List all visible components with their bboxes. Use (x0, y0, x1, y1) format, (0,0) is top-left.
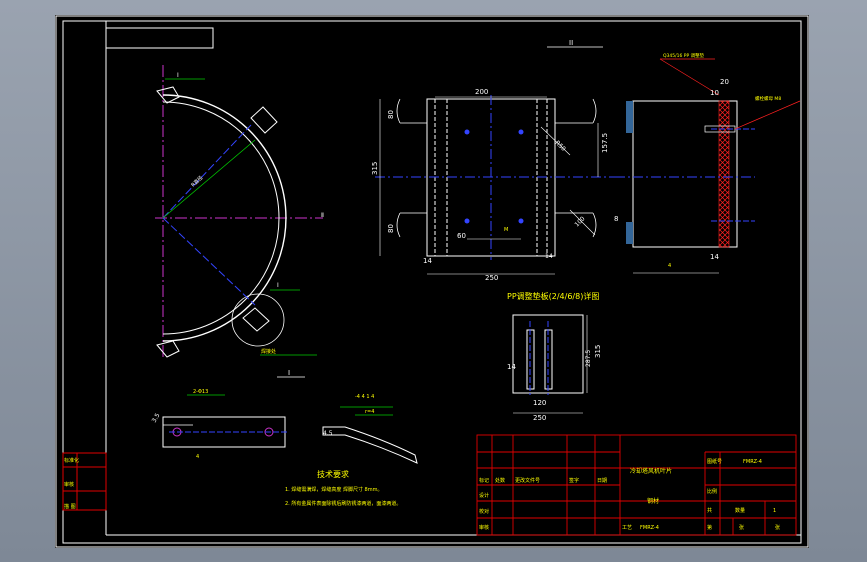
dim-left-total-h: 315 (371, 162, 379, 175)
tb-sheet-word: 第 (707, 524, 712, 531)
bolt-hole-1 (464, 129, 470, 135)
bolt-hole-2 (518, 129, 524, 135)
tb-drawing-no: FMRZ-4 (743, 459, 762, 465)
left-stamp-strip: 标准化 审核 描 图 (62, 452, 107, 511)
dim-hole-spacing: 60 (457, 232, 466, 240)
tech-note-2: 2. 所有金属件表面除锈后刷防锈漆两道，面漆两道。 (285, 500, 401, 507)
adjust-plate-detail: PP调整垫板(2/4/6/8)详图 315 287.5 120 250 14 (507, 291, 602, 422)
detail-dim-inner-height: 287.5 (585, 350, 592, 367)
radius-dim-line (162, 139, 256, 219)
cad-viewport[interactable]: 标准化 审核 描 图 R直径 I I 焊接处 Ⅱ I II 200 80 315… (0, 0, 867, 562)
dim-left-bottom-h: 80 (387, 224, 395, 233)
bracket-label-holes: 2-Φ13 (193, 389, 208, 395)
dim-top-width: 200 (475, 88, 488, 96)
angle-profile (322, 426, 418, 464)
detail-title: PP调整垫板(2/4/6/8)详图 (507, 291, 599, 301)
small-part-bracket: 3.5 2-Φ13 4 (151, 389, 287, 460)
note-right-leader (734, 100, 801, 130)
dim-diag-top: R50 (554, 139, 567, 152)
side-note-right: 螺栓螺母 M8 (755, 95, 781, 102)
small-part-angle: -4 4 1 4 r=4 4.5 (322, 394, 418, 464)
radius-line-upper (162, 124, 252, 219)
side-dim-top: 20 (720, 78, 729, 86)
bottom-bracket (156, 340, 180, 358)
upper-lug (250, 106, 278, 134)
side-dim-bottom-right: 14 (710, 253, 719, 261)
bolt-hole-3 (464, 218, 470, 224)
tb-approve: 审核 (479, 524, 489, 531)
detail-dim-width: 250 (533, 414, 546, 422)
tb-date: 日期 (597, 478, 607, 484)
side-dim-left: 8 (614, 215, 618, 223)
half-ring-view: R直径 I I 焊接处 Ⅱ I II (155, 39, 603, 378)
section-label-top: II (569, 39, 573, 47)
title-block-text: 标记 处数 更改文件号 签字 日期 设计 校对 审核 工艺 FMRZ-4 冷却塔… (479, 458, 780, 531)
angle-note-b: r=4 (365, 409, 374, 415)
detail-circle (231, 293, 285, 347)
tb-part-no: FMRZ-4 (640, 525, 659, 531)
side-pad-top (626, 101, 633, 133)
tb-count: 处数 (495, 477, 505, 484)
tech-note-1: 1. 焊缝需满焊，焊缝高度 焊脚尺寸 8mm。 (285, 486, 382, 493)
side-dim-inner: 10 (710, 89, 719, 97)
tb-qty: 1 (773, 508, 776, 514)
side-view: Q345/16 PP 调整垫 螺栓螺母 M8 20 10 8 4 14 (614, 52, 801, 274)
tb-scale-label: 比例 (707, 488, 717, 495)
angle-dim: 4.5 (323, 430, 333, 437)
lower-lug (242, 307, 270, 332)
dim-right-h: 157.5 (601, 133, 609, 153)
drawing-canvas: 标准化 审核 描 图 R直径 I I 焊接处 Ⅱ I II 200 80 315… (55, 15, 809, 548)
bracket-bottom-mark: 4 (196, 454, 199, 460)
title-block (476, 434, 797, 536)
tech-notes-title: 技术要求 (317, 469, 349, 479)
axis-label: Ⅱ (321, 212, 324, 219)
dim-total-width: 250 (485, 274, 498, 282)
tb-qty-label: 数量 (735, 507, 745, 514)
side-note-top: Q345/16 PP 调整垫 (663, 52, 705, 59)
tb-designer: 设计 (479, 492, 489, 499)
tb-change: 更改文件号 (515, 477, 540, 484)
tb-material: 钢材 (647, 497, 659, 505)
tb-sheet-of: 张 (739, 524, 744, 531)
plate-view: 200 80 315 80 157.5 60 14 14 250 R50 100… (371, 88, 615, 282)
side-pad-bottom (626, 222, 633, 244)
tb-process: 工艺 (622, 525, 632, 531)
stamp-label-3: 描 图 (64, 503, 76, 510)
tb-drawing-no-label: 图纸号 (707, 458, 722, 465)
leader-b-label: I (277, 282, 279, 289)
tb-checker: 校对 (479, 508, 489, 515)
bracket-dim-35: 3.5 (151, 412, 162, 424)
stamp-label-1: 标准化 (64, 457, 79, 464)
tb-sheet-label: 共 (707, 507, 712, 514)
bolt-hole-4 (518, 218, 524, 224)
section-label-bottom: I (288, 369, 290, 377)
tb-page-word: 张 (775, 524, 780, 531)
detail-dim-height: 315 (594, 345, 602, 358)
tb-mark: 标记 (479, 477, 489, 484)
detail-dim-slot-width: 120 (533, 399, 546, 407)
weld-detail-label: 焊接处 (261, 348, 276, 355)
tb-sign: 签字 (569, 477, 579, 484)
break-lines (400, 122, 593, 214)
stamp-label-2: 审核 (64, 481, 74, 488)
leader-a-label: I (177, 72, 179, 79)
dim-small-m: M (504, 227, 508, 233)
tb-drawing-name: 冷却塔风机叶片 (630, 467, 672, 475)
dim-diag-bottom: 100 (573, 215, 586, 228)
side-dim-bottom: 4 (668, 263, 671, 269)
radius-line-lower (162, 217, 256, 306)
side-hatch (718, 100, 730, 248)
angle-note-a: -4 4 1 4 (355, 394, 374, 400)
drawing-sheet: 标准化 审核 描 图 R直径 I I 焊接处 Ⅱ I II 200 80 315… (55, 15, 809, 548)
dim-left-top-h: 80 (387, 110, 395, 119)
dim-left-offset: 14 (423, 257, 432, 265)
detail-dim-left: 14 (507, 363, 516, 371)
dim-right-offset: 14 (545, 253, 553, 260)
code-box (105, 27, 214, 49)
technical-notes: 技术要求 1. 焊缝需满焊，焊缝高度 焊脚尺寸 8mm。 2. 所有金属件表面除… (285, 469, 401, 507)
